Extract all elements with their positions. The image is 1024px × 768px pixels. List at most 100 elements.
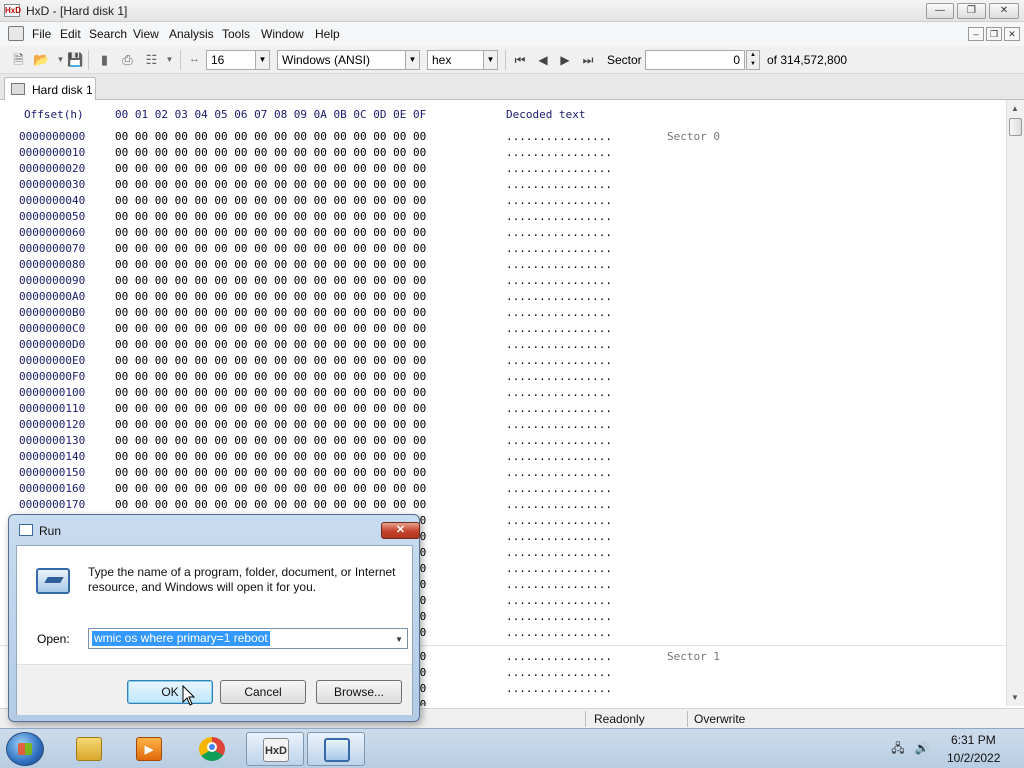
browse-button[interactable]: Browse... (316, 680, 402, 704)
hex-row[interactable]: 0000000130 00 00 00 00 00 00 00 00 00 00 … (0, 433, 1006, 449)
properties-icon[interactable]: ☷ (143, 51, 160, 68)
hex-row[interactable]: 0000000160 00 00 00 00 00 00 00 00 00 00 … (0, 481, 1006, 497)
scroll-up-icon[interactable]: ▲ (1011, 104, 1019, 113)
menu-edit[interactable]: Edit (60, 27, 81, 41)
close-dialog-button[interactable]: ✕ (381, 522, 420, 539)
row-decoded-text[interactable]: ................ (506, 418, 612, 431)
hex-row[interactable]: 0000000000 00 00 00 00 00 00 00 00 00 00 … (0, 129, 1006, 145)
open-command-input[interactable]: wmic os where primary=1 reboot ▼ (88, 628, 408, 649)
taskbar-chrome[interactable] (183, 732, 241, 766)
row-decoded-text[interactable]: ................ (506, 338, 612, 351)
row-decoded-text[interactable]: ................ (506, 482, 612, 495)
hex-row[interactable]: 00000000D0 00 00 00 00 00 00 00 00 00 00 … (0, 337, 1006, 353)
row-decoded-text[interactable]: ................ (506, 274, 612, 287)
menu-search[interactable]: Search (89, 27, 127, 41)
row-decoded-text[interactable]: ................ (506, 290, 612, 303)
restore-button[interactable]: ❐ (957, 3, 986, 19)
status-readonly[interactable]: Readonly (594, 712, 645, 726)
row-decoded-text[interactable]: ................ (506, 666, 612, 679)
row-bytes[interactable]: 00 00 00 00 00 00 00 00 00 00 00 00 00 0… (115, 210, 426, 223)
start-button[interactable] (6, 732, 44, 766)
hex-row[interactable]: 0000000110 00 00 00 00 00 00 00 00 00 00 … (0, 401, 1006, 417)
new-file-icon[interactable]: 🗎 (10, 51, 27, 68)
previous-sector-icon[interactable]: ◀ (535, 52, 551, 68)
mdi-close-button[interactable]: ✕ (1004, 27, 1020, 41)
row-decoded-text[interactable]: ................ (506, 450, 612, 463)
save-icon[interactable]: 💾 (67, 51, 84, 68)
row-decoded-text[interactable]: ................ (506, 434, 612, 447)
row-decoded-text[interactable]: ................ (506, 498, 612, 511)
clock-time[interactable]: 6:31 PM (951, 733, 996, 747)
row-decoded-text[interactable]: ................ (506, 514, 612, 527)
hex-row[interactable]: 0000000070 00 00 00 00 00 00 00 00 00 00 … (0, 241, 1006, 257)
row-decoded-text[interactable]: ................ (506, 562, 612, 575)
hex-row[interactable]: 0000000050 00 00 00 00 00 00 00 00 00 00 … (0, 209, 1006, 225)
hex-row[interactable]: 0000000140 00 00 00 00 00 00 00 00 00 00 … (0, 449, 1006, 465)
row-decoded-text[interactable]: ................ (506, 210, 612, 223)
row-decoded-text[interactable]: ................ (506, 146, 612, 159)
hex-row[interactable]: 0000000120 00 00 00 00 00 00 00 00 00 00 … (0, 417, 1006, 433)
properties-dropdown-icon[interactable]: ▼ (161, 51, 178, 68)
hex-row[interactable]: 0000000040 00 00 00 00 00 00 00 00 00 00 … (0, 193, 1006, 209)
row-bytes[interactable]: 00 00 00 00 00 00 00 00 00 00 00 00 00 0… (115, 354, 426, 367)
scroll-down-icon[interactable]: ▼ (1011, 693, 1019, 702)
row-decoded-text[interactable]: ................ (506, 578, 612, 591)
row-bytes[interactable]: 00 00 00 00 00 00 00 00 00 00 00 00 00 0… (115, 322, 426, 335)
row-bytes[interactable]: 00 00 00 00 00 00 00 00 00 00 00 00 00 0… (115, 194, 426, 207)
row-bytes[interactable]: 00 00 00 00 00 00 00 00 00 00 00 00 00 0… (115, 146, 426, 159)
row-decoded-text[interactable]: ................ (506, 594, 612, 607)
tab-hard-disk-1[interactable]: Hard disk 1 (4, 77, 96, 100)
hex-row[interactable]: 0000000010 00 00 00 00 00 00 00 00 00 00 … (0, 145, 1006, 161)
row-bytes[interactable]: 00 00 00 00 00 00 00 00 00 00 00 00 00 0… (115, 386, 426, 399)
close-file-icon[interactable]: ▮ (96, 51, 113, 68)
row-decoded-text[interactable]: ................ (506, 610, 612, 623)
hex-row[interactable]: 0000000080 00 00 00 00 00 00 00 00 00 00 … (0, 257, 1006, 273)
taskbar-explorer[interactable] (60, 732, 118, 766)
next-sector-icon[interactable]: ▶ (557, 52, 573, 68)
row-decoded-text[interactable]: ................ (506, 354, 612, 367)
row-bytes[interactable]: 00 00 00 00 00 00 00 00 00 00 00 00 00 0… (115, 290, 426, 303)
bytes-per-row-select[interactable]: 16 ▼ (206, 50, 270, 70)
mdi-restore-button[interactable]: ❐ (986, 27, 1002, 41)
hex-row[interactable]: 0000000030 00 00 00 00 00 00 00 00 00 00 … (0, 177, 1006, 193)
row-bytes[interactable]: 00 00 00 00 00 00 00 00 00 00 00 00 00 0… (115, 306, 426, 319)
open-folder-icon[interactable]: 📂 (33, 51, 50, 68)
hex-row[interactable]: 00000000B0 00 00 00 00 00 00 00 00 00 00 … (0, 305, 1006, 321)
hxd-app-icon[interactable]: HxD (4, 4, 21, 17)
row-decoded-text[interactable]: ................ (506, 402, 612, 415)
row-bytes[interactable]: 00 00 00 00 00 00 00 00 00 00 00 00 00 0… (115, 178, 426, 191)
row-bytes[interactable]: 00 00 00 00 00 00 00 00 00 00 00 00 00 0… (115, 338, 426, 351)
row-decoded-text[interactable]: ................ (506, 322, 612, 335)
row-decoded-text[interactable]: ................ (506, 530, 612, 543)
row-bytes[interactable]: 00 00 00 00 00 00 00 00 00 00 00 00 00 0… (115, 434, 426, 447)
row-decoded-text[interactable]: ................ (506, 162, 612, 175)
row-decoded-text[interactable]: ................ (506, 130, 612, 143)
row-decoded-text[interactable]: ................ (506, 306, 612, 319)
row-bytes[interactable]: 00 00 00 00 00 00 00 00 00 00 00 00 00 0… (115, 482, 426, 495)
menu-analysis[interactable]: Analysis (169, 27, 214, 41)
row-bytes[interactable]: 00 00 00 00 00 00 00 00 00 00 00 00 00 0… (115, 466, 426, 479)
row-decoded-text[interactable]: ................ (506, 226, 612, 239)
chevron-down-icon[interactable]: ▼ (483, 51, 497, 69)
row-decoded-text[interactable]: ................ (506, 626, 612, 639)
taskbar-hxd[interactable]: HxD (246, 732, 304, 766)
row-bytes[interactable]: 00 00 00 00 00 00 00 00 00 00 00 00 00 0… (115, 402, 426, 415)
sector-input[interactable]: 0 (645, 50, 745, 70)
row-bytes[interactable]: 00 00 00 00 00 00 00 00 00 00 00 00 00 0… (115, 258, 426, 271)
hex-row[interactable]: 0000000090 00 00 00 00 00 00 00 00 00 00 … (0, 273, 1006, 289)
clock-date[interactable]: 10/2/2022 (947, 751, 1000, 765)
mdi-minimize-button[interactable]: – (968, 27, 984, 41)
chevron-down-icon[interactable]: ▼ (395, 635, 403, 644)
sector-spinner[interactable]: ▲ ▼ (746, 50, 760, 70)
hex-row[interactable]: 00000000A0 00 00 00 00 00 00 00 00 00 00 … (0, 289, 1006, 305)
charset-select[interactable]: Windows (ANSI) ▼ (277, 50, 420, 70)
row-decoded-text[interactable]: ................ (506, 194, 612, 207)
row-decoded-text[interactable]: ................ (506, 242, 612, 255)
cancel-button[interactable]: Cancel (220, 680, 306, 704)
row-bytes[interactable]: 00 00 00 00 00 00 00 00 00 00 00 00 00 0… (115, 450, 426, 463)
menu-view[interactable]: View (133, 27, 159, 41)
taskbar-media-player[interactable]: ▶ (120, 732, 178, 766)
row-decoded-text[interactable]: ................ (506, 682, 612, 695)
row-decoded-text[interactable]: ................ (506, 386, 612, 399)
print-icon[interactable]: ⎙ (119, 51, 136, 68)
